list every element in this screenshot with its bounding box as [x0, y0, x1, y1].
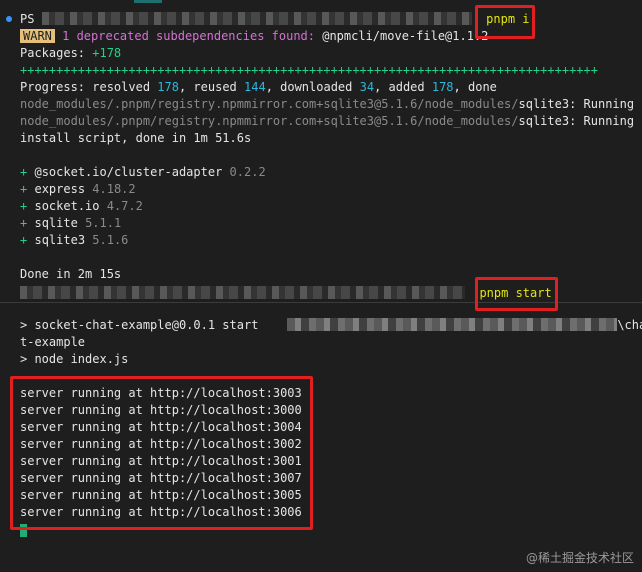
- start-script-wrap: t-example: [20, 335, 86, 349]
- warn-line: WARN 1 deprecated subdependencies found:…: [20, 28, 488, 45]
- dependency-item: + express 4.18.2: [20, 182, 136, 196]
- prompt-line-2: pnpm start: [20, 285, 552, 302]
- packages-line: Packages: +178: [20, 46, 122, 60]
- progress-bar-text: ++++++++++++++++++++++++++++++++++++++++…: [20, 63, 598, 77]
- redacted-path: [41, 12, 472, 25]
- redacted-path: [20, 286, 465, 299]
- progress-line: Progress: resolved 178, reused 144, down…: [20, 80, 497, 94]
- prompt-ps: PS: [20, 12, 35, 26]
- highlight-box-start: [475, 277, 558, 311]
- tab-indicator: [134, 0, 162, 3]
- start-script-line: > socket-chat-example@0.0.1 start \cha: [20, 318, 642, 332]
- redacted-path: [287, 318, 618, 331]
- install-line-1: node_modules/.pnpm/registry.npmmirror.co…: [20, 97, 635, 111]
- warn-message: 1 deprecated subdependencies found:: [54, 29, 323, 43]
- node-command-line: > node index.js: [20, 352, 129, 366]
- dependency-item: + socket.io 4.7.2: [20, 199, 143, 213]
- done-line: Done in 2m 15s: [20, 267, 122, 281]
- highlight-box-install: [475, 5, 535, 39]
- prompt-status-icon: [6, 16, 12, 22]
- warn-dependency: @npmcli/move-file@1.1.2: [322, 29, 489, 43]
- dependency-item: + sqlite 5.1.1: [20, 216, 122, 230]
- install-done-line: install script, done in 1m 51.6s: [20, 131, 252, 145]
- install-line-2: node_modules/.pnpm/registry.npmmirror.co…: [20, 114, 635, 128]
- prompt-line-1: PS pnpm i: [20, 11, 530, 28]
- dependency-item: + sqlite3 5.1.6: [20, 233, 129, 247]
- packages-count: +178: [92, 46, 122, 60]
- dependency-item: + @socket.io/cluster-adapter 0.2.2: [20, 165, 266, 179]
- highlight-box-servers: [10, 376, 313, 530]
- watermark: @稀土掘金技术社区: [525, 551, 634, 565]
- warn-badge: WARN: [20, 29, 55, 43]
